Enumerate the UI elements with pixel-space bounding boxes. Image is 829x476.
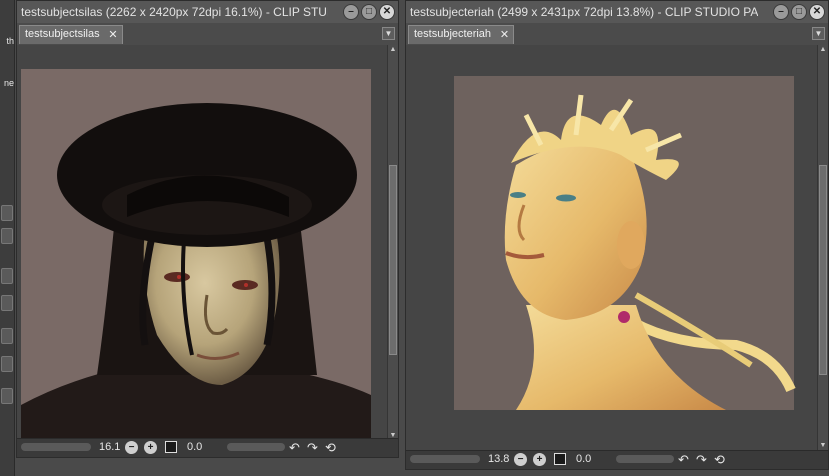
window-titlebar[interactable]: testsubjectsilas (2262 x 2420px 72dpi 16…: [17, 1, 398, 23]
strip-label-b: ne: [3, 78, 14, 88]
canvas-area[interactable]: [406, 45, 817, 451]
scroll-thumb[interactable]: [819, 165, 827, 375]
tab-testsubjectsilas[interactable]: testsubjectsilas ✕: [19, 25, 123, 44]
vertical-scrollbar[interactable]: ▲ ▼: [387, 45, 398, 441]
strip-control-3[interactable]: [1, 268, 13, 284]
reset-rotation-icon[interactable]: ⟲: [714, 452, 725, 468]
zoom-value[interactable]: 16.1: [99, 441, 120, 453]
tab-bar: testsubjecteriah ✕ ▼: [406, 23, 828, 46]
status-bar: 13.8 − + 0.0 ↶ ↷ ⟲: [406, 450, 828, 469]
rotation-slider[interactable]: [616, 455, 674, 463]
artwork-silas: [21, 69, 371, 441]
fit-window-icon[interactable]: [165, 441, 177, 453]
tab-label: testsubjecteriah: [414, 28, 492, 40]
strip-label-a: th: [6, 36, 14, 46]
host-app-strip: th ne: [0, 0, 15, 476]
zoom-in-icon[interactable]: +: [533, 453, 546, 466]
canvas-area[interactable]: [17, 45, 387, 441]
zoom-slider[interactable]: [21, 443, 91, 451]
rotate-left-icon[interactable]: ↶: [289, 440, 300, 456]
tab-menu-icon[interactable]: ▼: [812, 27, 825, 40]
minimize-button[interactable]: –: [343, 4, 359, 20]
rotate-right-icon[interactable]: ↷: [696, 452, 707, 468]
minimize-button[interactable]: –: [773, 4, 789, 20]
status-bar: 16.1 − + 0.0 ↶ ↷ ⟲: [17, 438, 398, 457]
scroll-up-icon[interactable]: ▲: [388, 45, 398, 55]
rotation-angle[interactable]: 0.0: [576, 453, 591, 465]
tab-bar: testsubjectsilas ✕ ▼: [17, 23, 398, 46]
tab-testsubjecteriah[interactable]: testsubjecteriah ✕: [408, 25, 515, 44]
maximize-button[interactable]: □: [791, 4, 807, 20]
rotate-right-icon[interactable]: ↷: [307, 440, 318, 456]
vertical-scrollbar[interactable]: ▲ ▼: [817, 45, 828, 451]
strip-control-4[interactable]: [1, 295, 13, 311]
strip-control-5[interactable]: [1, 328, 13, 344]
close-button[interactable]: ✕: [809, 4, 825, 20]
window-title: testsubjectsilas (2262 x 2420px 72dpi 16…: [21, 5, 328, 19]
scroll-thumb[interactable]: [389, 165, 397, 355]
maximize-button[interactable]: □: [361, 4, 377, 20]
rotation-slider[interactable]: [227, 443, 285, 451]
canvas-window-eriah: testsubjecteriah (2499 x 2431px 72dpi 13…: [405, 0, 829, 470]
tab-menu-icon[interactable]: ▼: [382, 27, 395, 40]
tab-close-icon[interactable]: ✕: [108, 28, 117, 41]
tab-close-icon[interactable]: ✕: [500, 28, 509, 41]
zoom-out-icon[interactable]: −: [125, 441, 138, 454]
zoom-slider[interactable]: [410, 455, 480, 463]
zoom-value[interactable]: 13.8: [488, 453, 509, 465]
close-button[interactable]: ✕: [379, 4, 395, 20]
fit-window-icon[interactable]: [554, 453, 566, 465]
window-title: testsubjecteriah (2499 x 2431px 72dpi 13…: [410, 5, 758, 19]
zoom-out-icon[interactable]: −: [514, 453, 527, 466]
rotate-left-icon[interactable]: ↶: [678, 452, 689, 468]
zoom-in-icon[interactable]: +: [144, 441, 157, 454]
strip-control-7[interactable]: [1, 388, 13, 404]
reset-rotation-icon[interactable]: ⟲: [325, 440, 336, 456]
canvas-window-silas: testsubjectsilas (2262 x 2420px 72dpi 16…: [16, 0, 399, 458]
tab-label: testsubjectsilas: [25, 28, 100, 40]
strip-control-1[interactable]: [1, 205, 13, 221]
scroll-up-icon[interactable]: ▲: [818, 45, 828, 55]
window-titlebar[interactable]: testsubjecteriah (2499 x 2431px 72dpi 13…: [406, 1, 828, 23]
strip-control-6[interactable]: [1, 356, 13, 372]
artwork-eriah: [454, 76, 796, 410]
strip-control-2[interactable]: [1, 228, 13, 244]
rotation-angle[interactable]: 0.0: [187, 441, 202, 453]
